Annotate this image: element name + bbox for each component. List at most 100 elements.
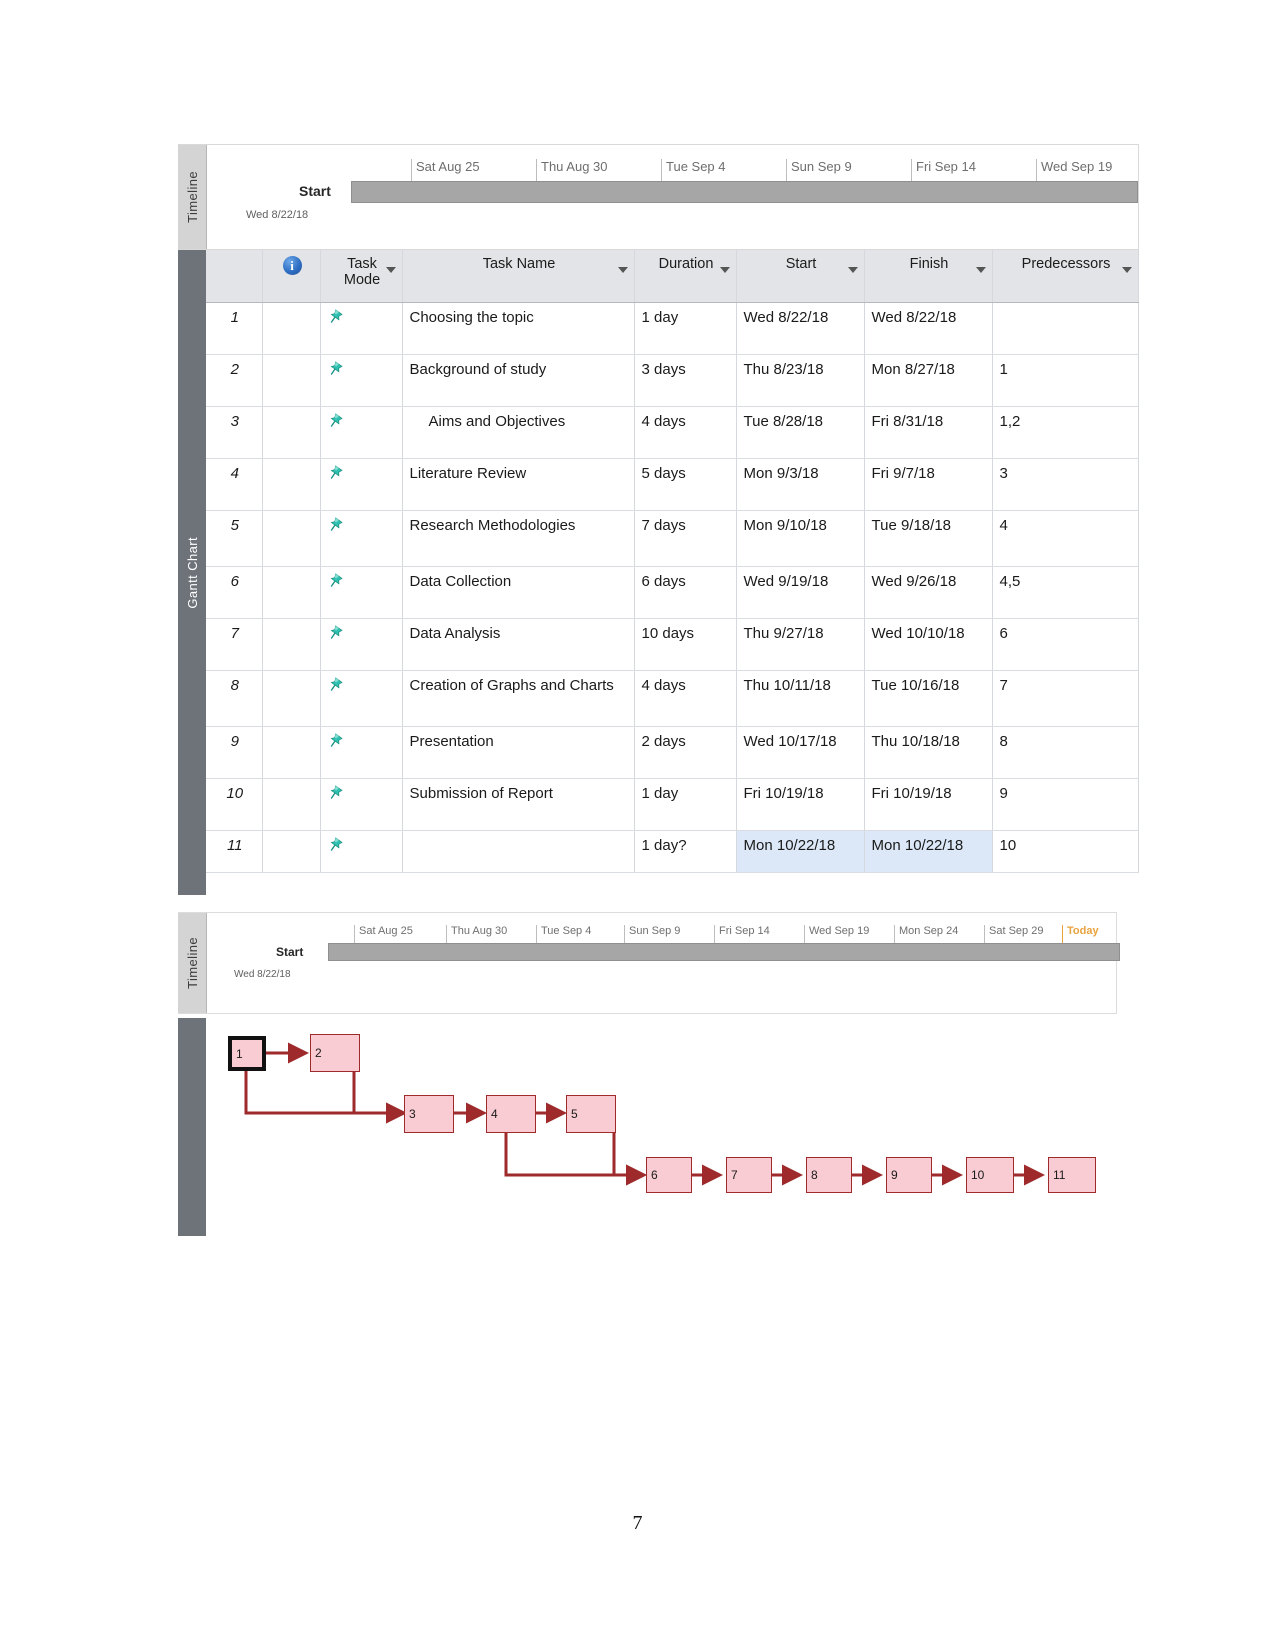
timeline-side-tab-bottom[interactable]: Timeline xyxy=(178,913,207,1013)
cell-task-name[interactable]: Data Collection xyxy=(402,566,635,619)
table-row[interactable]: 11 1 day? Mon 10/22/18 Mon 10/22/18 10 xyxy=(206,830,1139,873)
cell-start[interactable]: Tue 8/28/18 xyxy=(736,406,865,459)
gantt-side-tab[interactable]: Gantt Chart xyxy=(178,250,206,895)
cell-start[interactable]: Thu 9/27/18 xyxy=(736,618,865,671)
network-node[interactable]: 3 xyxy=(404,1095,454,1133)
network-side-tab[interactable] xyxy=(178,1018,206,1236)
cell-task-mode[interactable] xyxy=(320,726,403,779)
network-node[interactable]: 10 xyxy=(966,1157,1014,1193)
cell-duration[interactable]: 5 days xyxy=(634,458,737,511)
cell-start[interactable]: Wed 9/19/18 xyxy=(736,566,865,619)
cell-indicator[interactable] xyxy=(262,458,321,511)
cell-finish[interactable]: Mon 8/27/18 xyxy=(864,354,993,407)
cell-start[interactable]: Thu 8/23/18 xyxy=(736,354,865,407)
cell-finish[interactable]: Wed 9/26/18 xyxy=(864,566,993,619)
cell-task-name[interactable]: Choosing the topic xyxy=(402,302,635,355)
cell-row-id[interactable]: 3 xyxy=(206,406,263,459)
cell-predecessors[interactable]: 4,5 xyxy=(992,566,1139,619)
cell-duration[interactable]: 4 days xyxy=(634,406,737,459)
cell-task-mode[interactable] xyxy=(320,618,403,671)
cell-task-name[interactable]: Literature Review xyxy=(402,458,635,511)
network-node[interactable]: 1 xyxy=(228,1036,266,1071)
table-row[interactable]: 10 Submission of Report 1 day Fri 10/19/18 F… xyxy=(206,778,1139,831)
timeline-bar-bottom[interactable] xyxy=(328,943,1120,961)
cell-finish[interactable]: Fri 10/19/18 xyxy=(864,778,993,831)
chevron-down-icon[interactable] xyxy=(1121,267,1132,273)
cell-start[interactable]: Mon 9/10/18 xyxy=(736,510,865,567)
cell-row-id[interactable]: 1 xyxy=(206,302,263,355)
cell-indicator[interactable] xyxy=(262,778,321,831)
col-header-finish[interactable]: Finish xyxy=(864,250,993,303)
cell-indicator[interactable] xyxy=(262,726,321,779)
col-header-task-name[interactable]: Task Name xyxy=(402,250,635,303)
cell-task-name[interactable]: Data Analysis xyxy=(402,618,635,671)
col-header-duration[interactable]: Duration xyxy=(634,250,737,303)
col-header-indicators[interactable]: i xyxy=(262,250,321,303)
cell-duration[interactable]: 2 days xyxy=(634,726,737,779)
cell-start[interactable]: Thu 10/11/18 xyxy=(736,670,865,727)
cell-task-name[interactable]: Submission of Report xyxy=(402,778,635,831)
cell-indicator[interactable] xyxy=(262,566,321,619)
cell-predecessors[interactable]: 8 xyxy=(992,726,1139,779)
cell-start[interactable]: Mon 10/22/18 xyxy=(736,830,865,873)
cell-predecessors[interactable]: 1 xyxy=(992,354,1139,407)
cell-finish[interactable]: Tue 10/16/18 xyxy=(864,670,993,727)
cell-finish[interactable]: Mon 10/22/18 xyxy=(864,830,993,873)
cell-finish[interactable]: Tue 9/18/18 xyxy=(864,510,993,567)
cell-task-mode[interactable] xyxy=(320,778,403,831)
cell-row-id[interactable]: 9 xyxy=(206,726,263,779)
cell-indicator[interactable] xyxy=(262,618,321,671)
table-row[interactable]: 4 Literature Review 5 days Mon 9/3/18 Fri 9/… xyxy=(206,458,1139,511)
cell-task-mode[interactable] xyxy=(320,354,403,407)
cell-duration[interactable]: 3 days xyxy=(634,354,737,407)
cell-duration[interactable]: 10 days xyxy=(634,618,737,671)
network-node[interactable]: 11 xyxy=(1048,1157,1096,1193)
cell-row-id[interactable]: 4 xyxy=(206,458,263,511)
col-header-predecessors[interactable]: Predecessors xyxy=(992,250,1139,303)
cell-row-id[interactable]: 10 xyxy=(206,778,263,831)
table-row[interactable]: 9 Presentation 2 days Wed 10/17/18 Thu 10/18… xyxy=(206,726,1139,779)
cell-task-mode[interactable] xyxy=(320,406,403,459)
cell-indicator[interactable] xyxy=(262,354,321,407)
cell-duration[interactable]: 6 days xyxy=(634,566,737,619)
cell-task-mode[interactable] xyxy=(320,302,403,355)
cell-row-id[interactable]: 6 xyxy=(206,566,263,619)
cell-task-mode[interactable] xyxy=(320,566,403,619)
cell-finish[interactable]: Thu 10/18/18 xyxy=(864,726,993,779)
timeline-bar-top[interactable] xyxy=(351,181,1138,203)
cell-indicator[interactable] xyxy=(262,302,321,355)
cell-predecessors[interactable]: 3 xyxy=(992,458,1139,511)
cell-task-name[interactable]: Research Methodologies xyxy=(402,510,635,567)
cell-predecessors[interactable]: 9 xyxy=(992,778,1139,831)
timeline-side-tab-top[interactable]: Timeline xyxy=(178,145,207,249)
network-node[interactable]: 5 xyxy=(566,1095,616,1133)
col-header-id[interactable] xyxy=(206,250,263,303)
network-node[interactable]: 6 xyxy=(646,1157,692,1193)
table-row[interactable]: 6 Data Collection 6 days Wed 9/19/18 Wed 9/2… xyxy=(206,566,1139,619)
cell-predecessors[interactable]: 1,2 xyxy=(992,406,1139,459)
cell-task-name[interactable]: Aims and Objectives xyxy=(402,406,635,459)
cell-start[interactable]: Wed 8/22/18 xyxy=(736,302,865,355)
table-row[interactable]: 1 Choosing the topic 1 day Wed 8/22/18 Wed 8… xyxy=(206,302,1139,355)
network-node[interactable]: 9 xyxy=(886,1157,932,1193)
cell-row-id[interactable]: 8 xyxy=(206,670,263,727)
cell-row-id[interactable]: 11 xyxy=(206,830,263,873)
cell-predecessors[interactable]: 6 xyxy=(992,618,1139,671)
chevron-down-icon[interactable] xyxy=(385,267,396,273)
cell-start[interactable]: Wed 10/17/18 xyxy=(736,726,865,779)
cell-duration[interactable]: 1 day xyxy=(634,778,737,831)
cell-task-name[interactable]: Background of study xyxy=(402,354,635,407)
table-row[interactable]: 2 Background of study 3 days Thu 8/23/18 Mon… xyxy=(206,354,1139,407)
cell-task-mode[interactable] xyxy=(320,830,403,873)
chevron-down-icon[interactable] xyxy=(617,267,628,273)
chevron-down-icon[interactable] xyxy=(975,267,986,273)
cell-start[interactable]: Mon 9/3/18 xyxy=(736,458,865,511)
network-node[interactable]: 4 xyxy=(486,1095,536,1133)
cell-task-mode[interactable] xyxy=(320,670,403,727)
table-row[interactable]: 5 Research Methodologies 7 days Mon 9/10/18… xyxy=(206,510,1139,567)
cell-predecessors[interactable]: 4 xyxy=(992,510,1139,567)
cell-task-name[interactable]: Presentation xyxy=(402,726,635,779)
cell-row-id[interactable]: 2 xyxy=(206,354,263,407)
cell-predecessors[interactable]: 7 xyxy=(992,670,1139,727)
cell-task-mode[interactable] xyxy=(320,510,403,567)
